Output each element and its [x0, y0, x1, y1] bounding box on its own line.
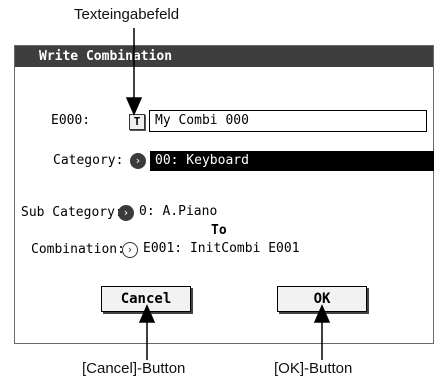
- cancel-callout-arrowhead: [138, 304, 156, 323]
- callout-arrows: [125, 28, 331, 360]
- text-field-callout-arrowhead: [125, 97, 143, 116]
- ok-callout-arrowhead: [313, 304, 331, 323]
